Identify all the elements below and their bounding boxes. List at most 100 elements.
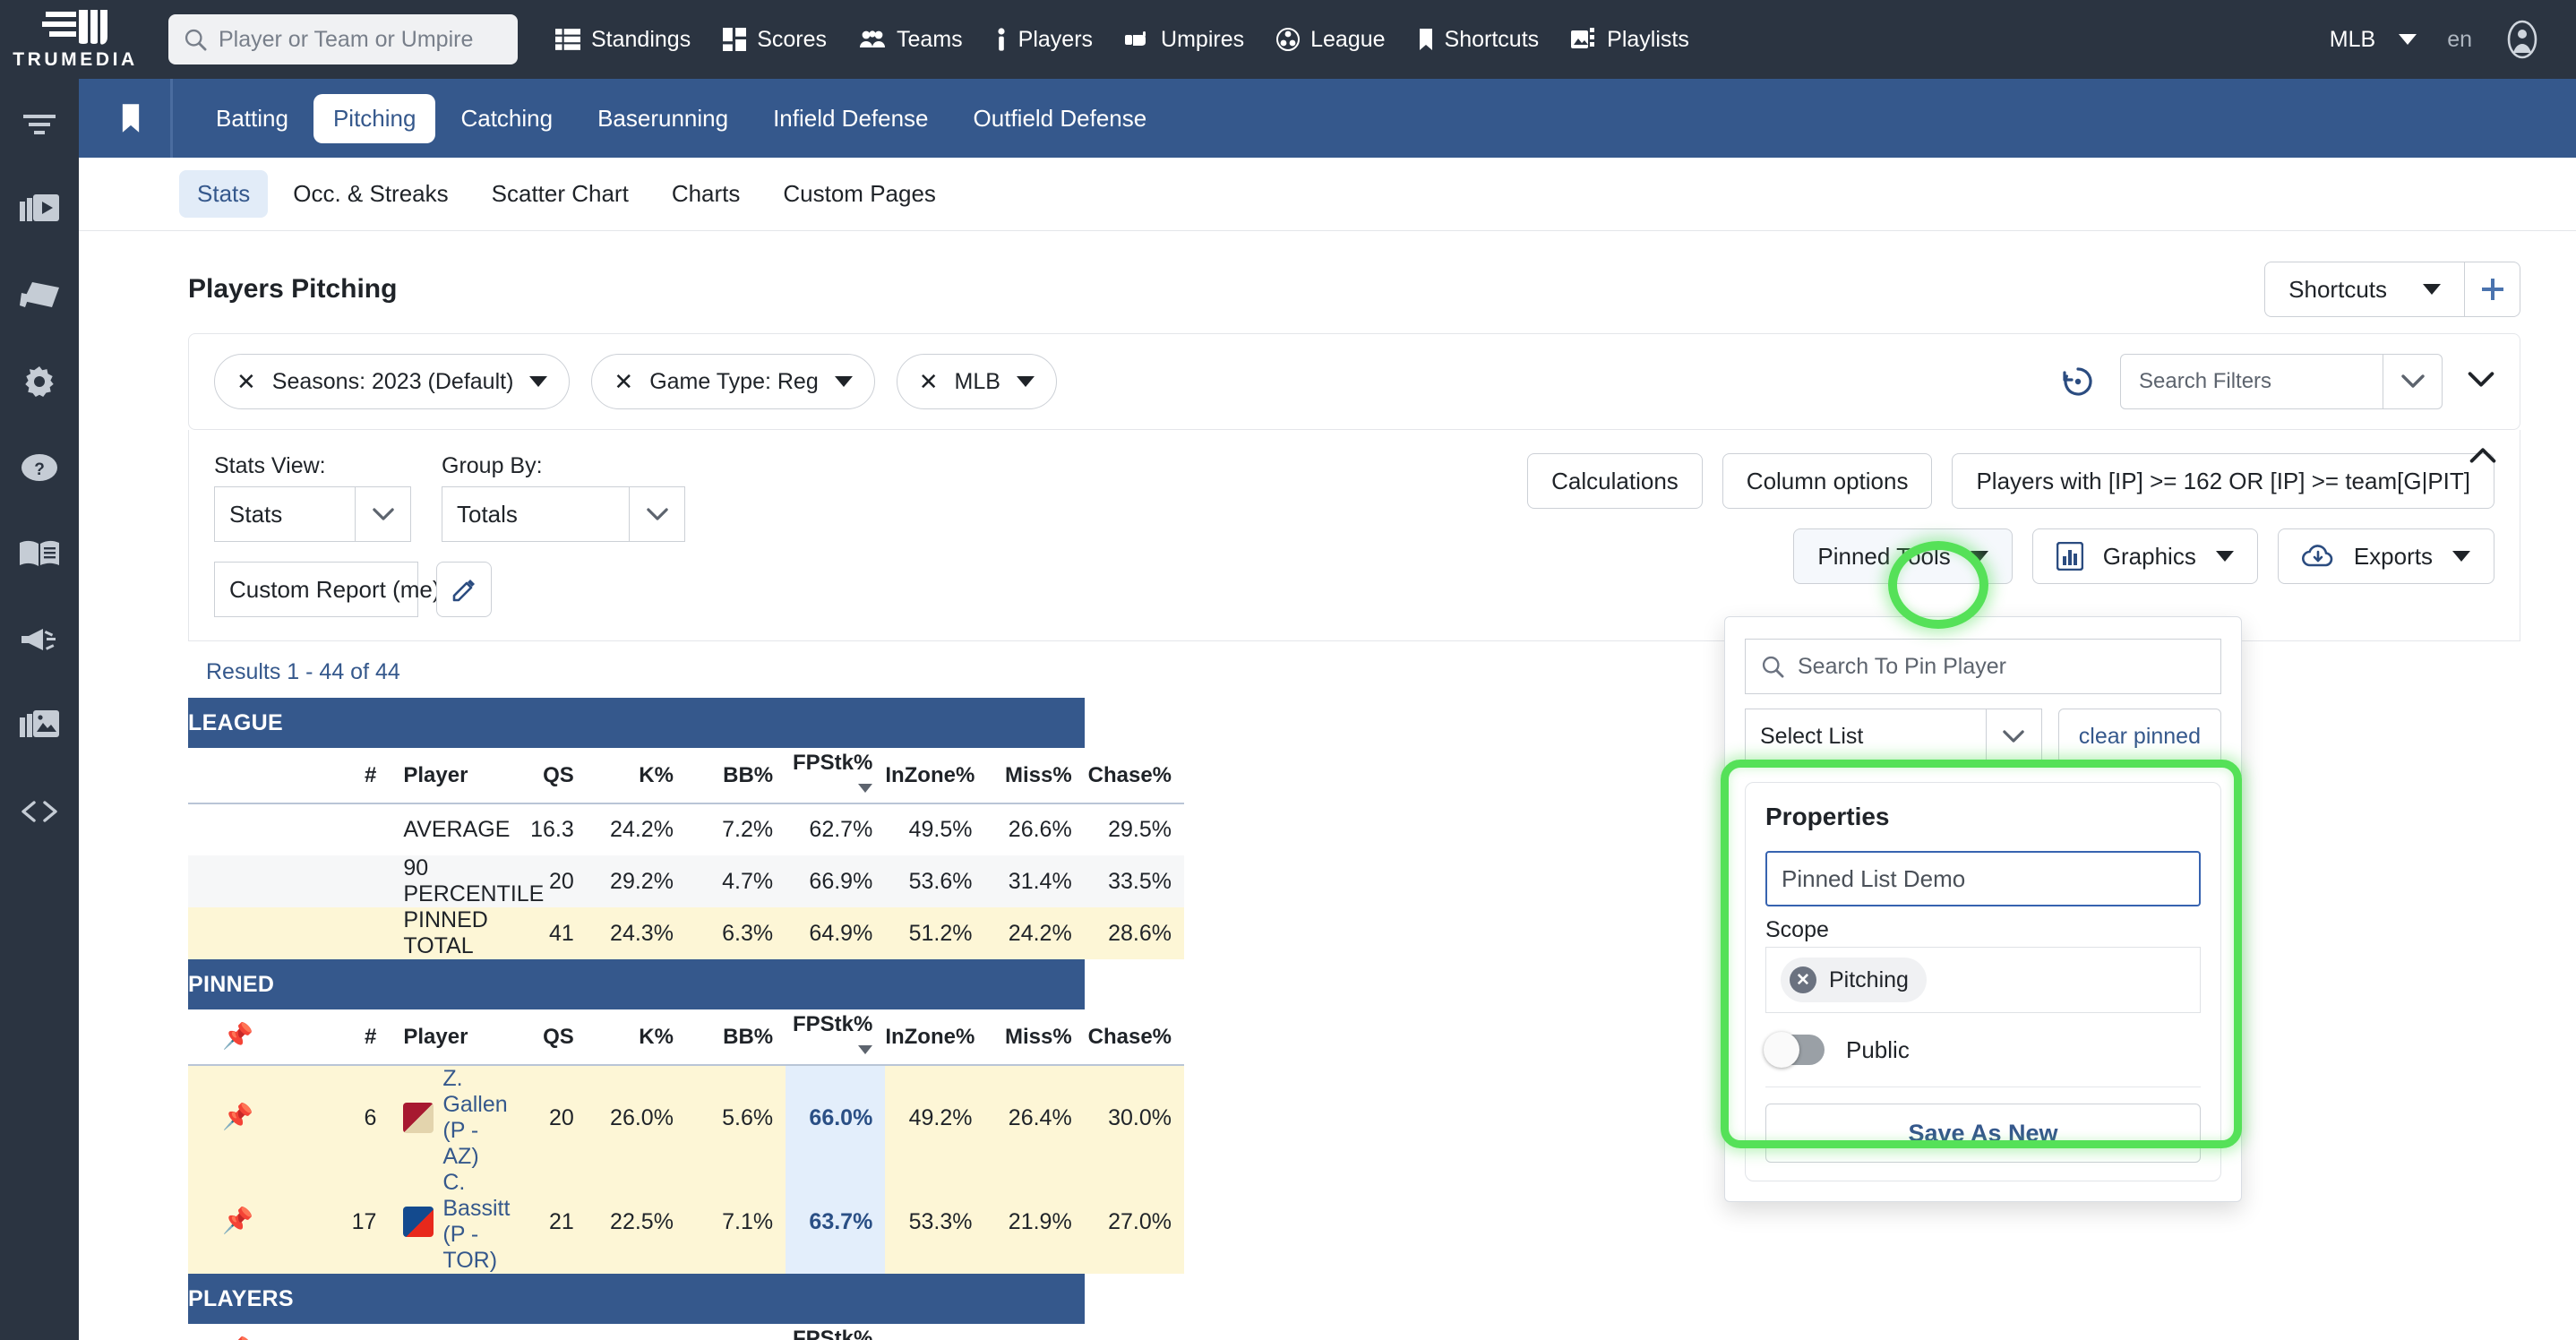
language-selector[interactable]: en (2447, 27, 2472, 53)
row-pin-toggle[interactable]: 📌 (188, 1170, 288, 1274)
column-header-player[interactable]: Player (387, 1324, 486, 1340)
nav-item-scores[interactable]: Scores (723, 27, 827, 53)
table-row[interactable]: 90 PERCENTILE 20 29.2% 4.7% 66.9% 53.6% … (188, 855, 1184, 907)
section-tab-batting[interactable]: Batting (196, 94, 308, 143)
graphics-button[interactable]: Graphics (2032, 528, 2258, 584)
section-tab-infield-defense[interactable]: Infield Defense (753, 94, 948, 143)
select-list-dropdown[interactable]: Select List (1745, 709, 2042, 764)
options-panel-collapse-button[interactable] (2469, 448, 2496, 468)
column-header-chase[interactable]: Chase% (1085, 1324, 1184, 1340)
chevron-down-icon[interactable] (2452, 551, 2470, 562)
save-as-new-button[interactable]: Save As New (1765, 1104, 2201, 1163)
tab-custom-pages[interactable]: Custom Pages (765, 170, 954, 218)
column-header-qs[interactable]: QS (487, 748, 587, 803)
column-header-fpstk[interactable]: FPStk% (786, 1009, 885, 1065)
column-header-pin[interactable]: 📌 (188, 1324, 288, 1340)
player-link[interactable]: Z. Gallen (P - AZ) (442, 1066, 507, 1170)
section-tab-outfield-defense[interactable]: Outfield Defense (954, 94, 1167, 143)
public-toggle[interactable] (1765, 1035, 1825, 1065)
rail-item-video-library[interactable] (18, 188, 61, 231)
close-icon[interactable]: ✕ (1790, 966, 1816, 993)
clear-pinned-button[interactable]: clear pinned (2058, 709, 2221, 764)
tab-scatter-chart[interactable]: Scatter Chart (474, 170, 647, 218)
row-player[interactable]: Z. Gallen (P - AZ) (387, 1065, 486, 1170)
reset-history-icon[interactable] (2061, 365, 2095, 399)
rail-item-images[interactable] (18, 704, 61, 747)
section-tab-pitching[interactable]: Pitching (313, 94, 436, 143)
column-header-qs[interactable]: QS (487, 1324, 587, 1340)
column-header-k[interactable]: K% (587, 1324, 686, 1340)
add-shortcut-button[interactable] (2465, 262, 2520, 317)
stats-view-select[interactable]: Stats (214, 486, 411, 542)
column-header-miss[interactable]: Miss% (985, 1324, 1085, 1340)
nav-item-umpires[interactable]: Umpires (1125, 27, 1244, 53)
close-icon[interactable]: ✕ (919, 370, 939, 393)
league-selector[interactable]: MLB (2330, 27, 2417, 53)
tab-charts[interactable]: Charts (654, 170, 759, 218)
filter-bar-expand-button[interactable] (2468, 372, 2494, 392)
rail-item-help[interactable]: ? (18, 446, 61, 489)
close-icon[interactable]: ✕ (614, 370, 633, 393)
column-header-qs[interactable]: QS (487, 1009, 587, 1065)
pinned-list-name-input[interactable]: Pinned List Demo (1765, 851, 2201, 906)
global-search-input[interactable]: Player or Team or Umpire (168, 14, 518, 64)
column-header-chase[interactable]: Chase% (1085, 748, 1184, 803)
rail-item-announcements[interactable] (18, 618, 61, 661)
close-icon[interactable]: ✕ (236, 370, 256, 393)
pinned-tools-button[interactable]: Pinned Tools (1793, 528, 2012, 584)
nav-item-teams[interactable]: Teams (859, 27, 963, 53)
nav-item-standings[interactable]: Standings (555, 27, 691, 53)
column-header-bb[interactable]: BB% (686, 1324, 786, 1340)
group-by-select[interactable]: Totals (442, 486, 685, 542)
search-filters-input[interactable]: Search Filters (2120, 354, 2443, 409)
filter-chip-game-type[interactable]: ✕ Game Type: Reg (591, 354, 874, 409)
column-header-miss[interactable]: Miss% (985, 748, 1085, 803)
column-header-num[interactable]: # (288, 1009, 387, 1065)
chevron-down-icon[interactable] (2216, 551, 2234, 562)
report-select[interactable]: Custom Report (me) (214, 562, 418, 617)
rail-item-developer[interactable] (18, 790, 61, 833)
section-tab-baserunning[interactable]: Baserunning (578, 94, 748, 143)
table-row[interactable]: PINNED TOTAL 41 24.3% 6.3% 64.9% 51.2% 2… (188, 907, 1184, 959)
pin-player-search-input[interactable]: Search To Pin Player (1745, 639, 2221, 694)
column-header-bb[interactable]: BB% (686, 748, 786, 803)
column-header-player[interactable]: Player (387, 1009, 486, 1065)
nav-item-shortcuts[interactable]: Shortcuts (1418, 27, 1540, 53)
column-header-miss[interactable]: Miss% (985, 1009, 1085, 1065)
filter-chip-mlb[interactable]: ✕ MLB (897, 354, 1057, 409)
edit-report-button[interactable] (436, 562, 492, 617)
table-row[interactable]: AVERAGE 16.3 24.2% 7.2% 62.7% 49.5% 26.6… (188, 803, 1184, 855)
tab-occ-streaks[interactable]: Occ. & Streaks (275, 170, 466, 218)
rail-item-glossary[interactable] (18, 532, 61, 575)
shortcuts-dropdown-button[interactable]: Shortcuts (2264, 262, 2465, 317)
chevron-down-icon[interactable] (1971, 551, 1988, 562)
column-header-fpstk[interactable]: FPStk% (786, 1324, 885, 1340)
rail-item-cards[interactable] (18, 274, 61, 317)
player-link[interactable]: C. Bassitt (P - TOR) (442, 1170, 510, 1274)
brand-logo[interactable]: TRUMEDIA (0, 8, 150, 71)
nav-item-playlists[interactable]: Playlists (1571, 27, 1689, 53)
exports-button[interactable]: Exports (2278, 528, 2494, 584)
rail-item-filter[interactable] (18, 102, 61, 145)
column-header-fpstk[interactable]: FPStk% (786, 748, 885, 803)
column-header-k[interactable]: K% (587, 1009, 686, 1065)
column-header-bb[interactable]: BB% (686, 1009, 786, 1065)
column-header-inzone[interactable]: InZone% (885, 1009, 984, 1065)
player-qualifier-button[interactable]: Players with [IP] >= 162 OR [IP] >= team… (1952, 453, 2494, 509)
column-header-num[interactable]: # (288, 748, 387, 803)
table-row[interactable]: 📌 6 Z. Gallen (P - AZ) 20 26.0% (188, 1065, 1184, 1170)
calculations-button[interactable]: Calculations (1527, 453, 1703, 509)
column-header-pin[interactable]: 📌 (188, 1009, 288, 1065)
search-filters-dropdown-button[interactable] (2383, 355, 2442, 408)
column-header-num[interactable]: # (288, 1324, 387, 1340)
nav-item-league[interactable]: League (1276, 27, 1385, 53)
account-avatar-icon[interactable] (2503, 20, 2542, 59)
tab-stats[interactable]: Stats (179, 170, 268, 218)
rail-item-settings[interactable] (18, 360, 61, 403)
section-tab-catching[interactable]: Catching (441, 94, 572, 143)
scope-chips-box[interactable]: ✕ Pitching (1765, 947, 2201, 1013)
column-header-inzone[interactable]: InZone% (885, 748, 984, 803)
row-player[interactable]: C. Bassitt (P - TOR) (387, 1170, 486, 1274)
column-header-inzone[interactable]: InZone% (885, 1324, 984, 1340)
column-header-chase[interactable]: Chase% (1085, 1009, 1184, 1065)
